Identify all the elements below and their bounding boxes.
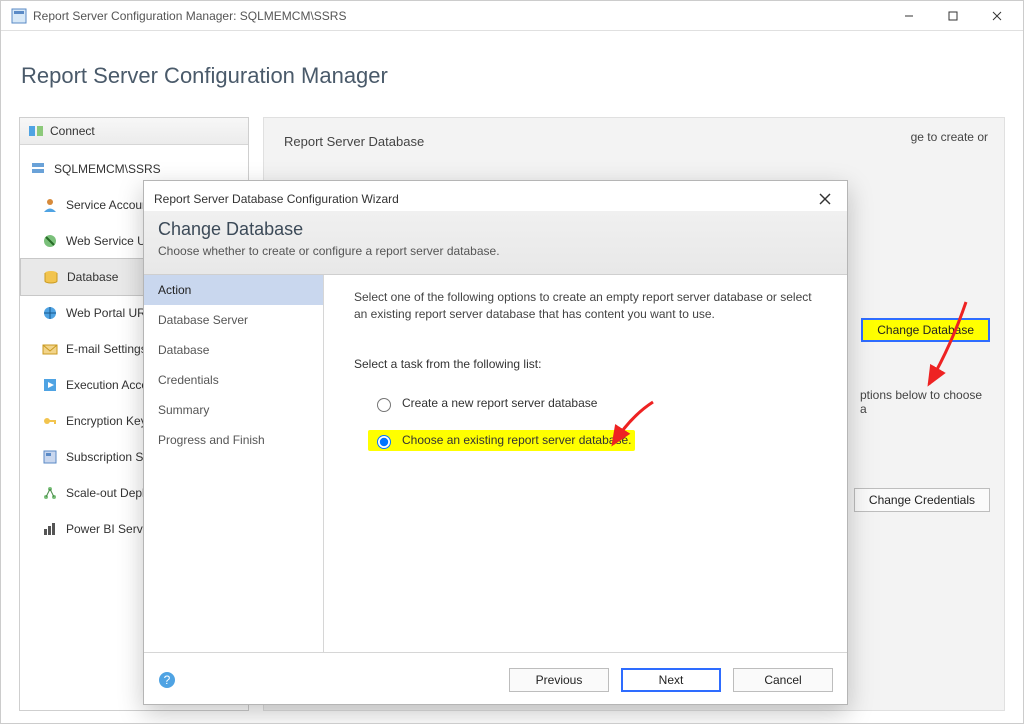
database-icon — [43, 269, 59, 285]
cancel-button[interactable]: Cancel — [733, 668, 833, 692]
subscription-icon — [42, 449, 58, 465]
key-icon — [42, 413, 58, 429]
minimize-button[interactable] — [887, 1, 931, 31]
wizard-task-label: Select a task from the following list: — [354, 357, 823, 371]
window-controls — [887, 1, 1019, 31]
wizard-step-summary[interactable]: Summary — [144, 395, 323, 425]
chart-icon — [42, 521, 58, 537]
next-button[interactable]: Next — [621, 668, 721, 692]
change-database-button[interactable]: Change Database — [861, 318, 990, 342]
wizard-dialog: Report Server Database Configuration Wiz… — [143, 180, 848, 705]
globe-icon — [42, 305, 58, 321]
wizard-step-credentials[interactable]: Credentials — [144, 365, 323, 395]
wizard-header: Change Database Choose whether to create… — [144, 211, 847, 275]
hint-fragment-options: ptions below to choose a — [860, 388, 990, 416]
main-window: Report Server Configuration Manager: SQL… — [0, 0, 1024, 724]
sidebar-item-label: Service Account — [66, 198, 152, 212]
radio-choose-existing[interactable]: Choose an existing report server databas… — [368, 430, 635, 451]
wizard-titlebar: Report Server Database Configuration Wiz… — [144, 181, 847, 211]
radio-create-new[interactable]: Create a new report server database — [372, 395, 823, 412]
wizard-step-database-server[interactable]: Database Server — [144, 305, 323, 335]
wizard-title: Report Server Database Configuration Wiz… — [154, 192, 813, 206]
sidebar-item-label: Web Portal URL — [66, 306, 152, 320]
window-title: Report Server Configuration Manager: SQL… — [33, 9, 887, 23]
sidebar-item-label: E-mail Settings — [66, 342, 147, 356]
wizard-step-database[interactable]: Database — [144, 335, 323, 365]
connect-icon — [28, 123, 44, 139]
window-titlebar: Report Server Configuration Manager: SQL… — [1, 1, 1023, 31]
connect-label: Connect — [50, 124, 95, 138]
sidebar-server-label: SQLMEMCM\SSRS — [54, 162, 161, 176]
scale-out-icon — [42, 485, 58, 501]
previous-button[interactable]: Previous — [509, 668, 609, 692]
page-title: Report Server Configuration Manager — [21, 63, 1005, 89]
server-icon — [30, 161, 46, 177]
main-panel-title: Report Server Database — [282, 128, 986, 167]
wizard-close-button[interactable] — [813, 187, 837, 211]
globe-link-icon — [42, 233, 58, 249]
wizard-content: Select one of the following options to c… — [324, 275, 847, 652]
radio-choose-existing-input[interactable] — [377, 435, 391, 449]
wizard-step-progress[interactable]: Progress and Finish — [144, 425, 323, 455]
sidebar-item-label: Encryption Keys — [66, 414, 153, 428]
maximize-button[interactable] — [931, 1, 975, 31]
sidebar-item-label: Database — [67, 270, 118, 284]
connect-header[interactable]: Connect — [20, 118, 248, 145]
wizard-footer: ? Previous Next Cancel — [144, 652, 847, 706]
radio-create-new-input[interactable] — [377, 398, 391, 412]
wizard-subheading: Choose whether to create or configure a … — [158, 244, 833, 258]
close-button[interactable] — [975, 1, 1019, 31]
execution-icon — [42, 377, 58, 393]
wizard-heading: Change Database — [158, 219, 833, 240]
user-icon — [42, 197, 58, 213]
app-icon — [11, 8, 27, 24]
change-credentials-button[interactable]: Change Credentials — [854, 488, 990, 512]
mail-icon — [42, 341, 58, 357]
wizard-step-action[interactable]: Action — [144, 275, 323, 305]
radio-create-new-label: Create a new report server database — [402, 396, 597, 410]
help-icon[interactable]: ? — [158, 671, 176, 689]
wizard-intro-text: Select one of the following options to c… — [354, 289, 823, 323]
radio-choose-existing-label: Choose an existing report server databas… — [402, 433, 631, 447]
svg-text:?: ? — [164, 673, 171, 687]
wizard-steps: Action Database Server Database Credenti… — [144, 275, 324, 652]
hint-fragment-create: ge to create or — [911, 130, 988, 144]
